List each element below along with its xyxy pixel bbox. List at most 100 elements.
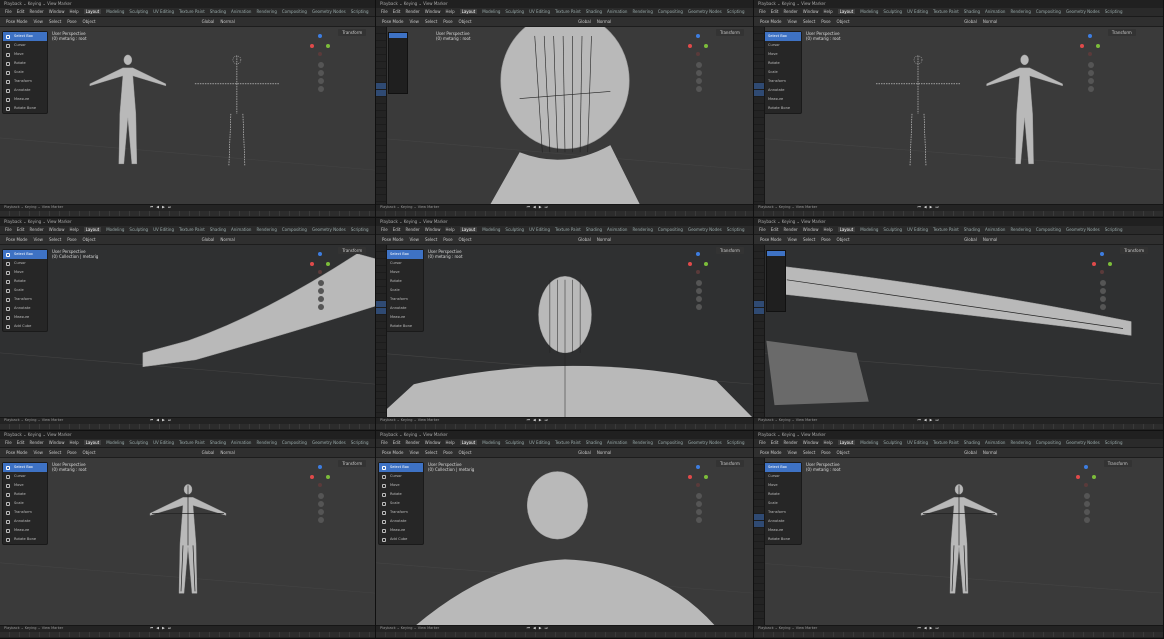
tool-transform[interactable]: Transform [379, 508, 423, 517]
zoom-icon[interactable] [318, 279, 325, 286]
workspace-tab-geometry-nodes[interactable]: Geometry Nodes [1066, 227, 1100, 232]
outliner-row[interactable] [754, 252, 764, 259]
outliner-row[interactable] [376, 27, 386, 34]
menu-window[interactable]: Window [803, 9, 819, 14]
camera-icon[interactable] [1083, 508, 1090, 515]
timeline-ruler[interactable] [376, 211, 753, 216]
workspace-tab-compositing[interactable]: Compositing [282, 9, 307, 14]
outliner-row[interactable] [754, 167, 764, 174]
pan-icon[interactable] [1083, 500, 1090, 507]
menu-window[interactable]: Window [49, 440, 65, 445]
workspace-tab-texture-paint[interactable]: Texture Paint [933, 227, 959, 232]
header-pose[interactable]: Pose [67, 237, 76, 242]
workspace-tab-shading[interactable]: Shading [210, 9, 226, 14]
header-pose-mode[interactable]: Pose Mode [6, 19, 27, 24]
tool-cursor[interactable]: Cursor [3, 472, 47, 481]
camera-icon[interactable] [318, 78, 325, 85]
zoom-icon[interactable] [695, 279, 702, 286]
3d-viewport[interactable]: Select Box Cursor Move Rotate Scale Transform… [376, 458, 753, 626]
timeline-menu[interactable]: Playback ⌄ Keying ⌄ View Marker [376, 205, 753, 210]
header-select[interactable]: Select [803, 237, 815, 242]
menu-render[interactable]: Render [29, 9, 43, 14]
outliner-row[interactable] [754, 34, 764, 41]
outliner-row[interactable] [376, 76, 386, 83]
playback-controls[interactable]: ⏮ ◀ ▶ ⏭ [150, 626, 172, 631]
tool-rotate[interactable]: Rotate [3, 277, 47, 286]
outliner-row[interactable] [376, 83, 386, 90]
menu-help[interactable]: Help [823, 9, 832, 14]
menu-render[interactable]: Render [405, 227, 419, 232]
outliner-row[interactable] [376, 385, 386, 392]
pan-icon[interactable] [318, 287, 325, 294]
outliner-row[interactable] [376, 118, 386, 125]
workspace-tab-uv-editing[interactable]: UV Editing [153, 440, 174, 445]
workspace-tab-sculpting[interactable]: Sculpting [505, 440, 524, 445]
workspace-tab-geometry-nodes[interactable]: Geometry Nodes [312, 9, 346, 14]
outliner-row[interactable] [754, 315, 764, 322]
header-pose-mode[interactable]: Pose Mode [382, 450, 403, 455]
outliner-row[interactable] [376, 322, 386, 329]
workspace-tab-modeling[interactable]: Modeling [106, 440, 124, 445]
workspace-tab-compositing[interactable]: Compositing [658, 9, 683, 14]
top-timeline-bar[interactable]: Playback ⌄ Keying ⌄ View Marker [0, 218, 375, 226]
workspace-tab-scripting[interactable]: Scripting [727, 227, 745, 232]
header-pose[interactable]: Pose [821, 450, 830, 455]
outliner-row[interactable] [754, 27, 764, 34]
grid-icon[interactable] [318, 516, 325, 523]
axis-n-icon[interactable] [695, 52, 700, 57]
outliner-row[interactable] [754, 118, 764, 125]
tool-scale[interactable]: Scale [379, 499, 423, 508]
workspace-tab-layout[interactable]: Layout [459, 227, 478, 232]
top-timeline-bar[interactable]: Playback ⌄ Keying ⌄ View Marker [376, 0, 753, 8]
tool-select-box[interactable]: Select Box [379, 463, 423, 472]
timeline-ruler[interactable] [376, 424, 753, 429]
menu-window[interactable]: Window [425, 227, 441, 232]
axis-x-icon[interactable] [310, 261, 315, 266]
axis-n-icon[interactable] [1087, 52, 1092, 57]
outliner-row[interactable] [754, 125, 764, 132]
axis-z-icon[interactable] [695, 34, 700, 39]
header-normal[interactable]: Normal [220, 19, 234, 24]
axis-n-icon[interactable] [1100, 269, 1105, 274]
outliner-row[interactable] [376, 287, 386, 294]
outliner-row[interactable] [754, 570, 764, 577]
transform-panel-tab[interactable]: Transform [715, 29, 744, 36]
top-timeline-bar[interactable]: Playback ⌄ Keying ⌄ View Marker [754, 218, 1163, 226]
header-object[interactable]: Object [83, 237, 96, 242]
tool-transform[interactable]: Transform [3, 77, 47, 86]
workspace-tab-geometry-nodes[interactable]: Geometry Nodes [688, 227, 722, 232]
axis-z-icon[interactable] [1083, 464, 1088, 469]
dropdown-menu[interactable] [388, 32, 408, 94]
menu-file[interactable]: File [5, 227, 12, 232]
outliner-row[interactable] [376, 392, 386, 399]
outliner-row[interactable] [754, 273, 764, 280]
outliner-row[interactable] [754, 329, 764, 336]
menu-render[interactable]: Render [783, 227, 797, 232]
header-select[interactable]: Select [425, 237, 437, 242]
workspace-tab-compositing[interactable]: Compositing [282, 440, 307, 445]
outliner-strip[interactable] [376, 27, 387, 216]
outliner-row[interactable] [376, 97, 386, 104]
outliner-row[interactable] [376, 132, 386, 139]
axis-z-icon[interactable] [318, 464, 323, 469]
grid-icon[interactable] [318, 303, 325, 310]
menu-render[interactable]: Render [405, 9, 419, 14]
3d-viewport[interactable]: Select Box Cursor Move Rotate Scale Transform… [0, 245, 375, 418]
pan-icon[interactable] [318, 70, 325, 77]
axis-z-icon[interactable] [318, 34, 323, 39]
navigation-gizmo[interactable] [1074, 464, 1098, 489]
menu-window[interactable]: Window [803, 227, 819, 232]
outliner-row[interactable] [376, 294, 386, 301]
outliner-row[interactable] [754, 371, 764, 378]
navigation-gizmo[interactable] [686, 251, 710, 276]
header-pose-mode[interactable]: Pose Mode [6, 450, 27, 455]
axis-z-icon[interactable] [1100, 251, 1105, 256]
outliner-row[interactable] [754, 591, 764, 598]
outliner-row[interactable] [754, 301, 764, 308]
outliner-row[interactable] [376, 378, 386, 385]
outliner-row[interactable] [754, 542, 764, 549]
header-normal[interactable]: Normal [597, 237, 611, 242]
menu-help[interactable]: Help [69, 440, 78, 445]
header-normal[interactable]: Normal [983, 237, 997, 242]
workspace-tab-rendering[interactable]: Rendering [632, 9, 652, 14]
